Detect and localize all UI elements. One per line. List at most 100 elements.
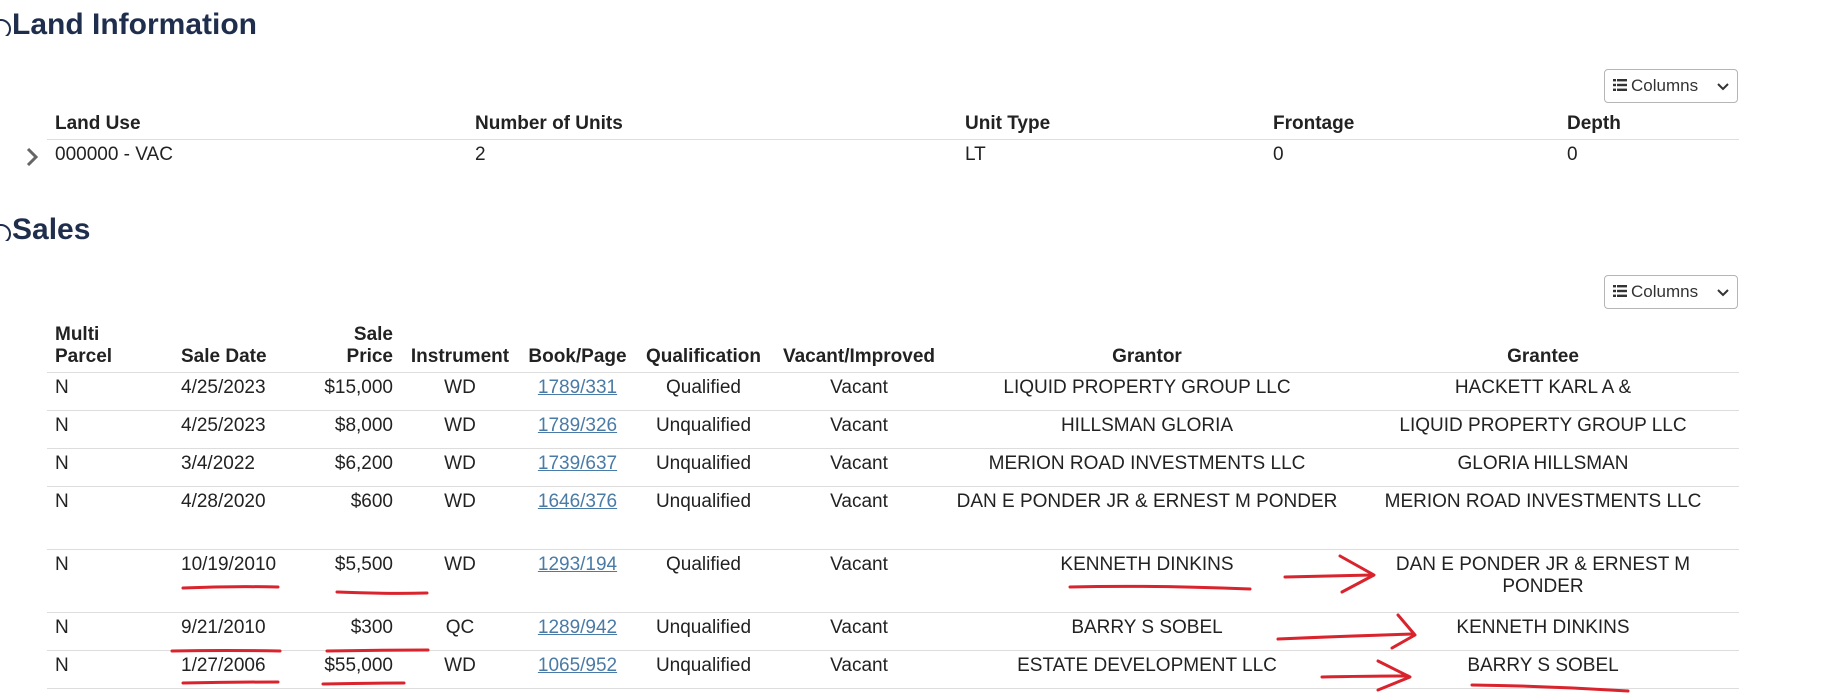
grantor-cell: HILLSMAN GLORIA xyxy=(947,409,1347,448)
col-multi-parcel[interactable]: Multi Parcel xyxy=(47,312,173,373)
multi-parcel-cell: N xyxy=(47,611,173,650)
instrument-cell: WD xyxy=(401,409,519,448)
qualification-cell: Qualified xyxy=(636,371,771,410)
qualification-cell: Qualified xyxy=(636,548,771,612)
sales-columns-button[interactable]: Columns xyxy=(1604,275,1738,309)
instrument-cell: WD xyxy=(401,485,519,549)
col-number-of-units[interactable]: Number of Units xyxy=(467,107,957,140)
col-frontage[interactable]: Frontage xyxy=(1265,107,1559,140)
land-table: Land Use Number of Units Unit Type Front… xyxy=(47,107,1739,177)
grantor-cell: LIQUID PROPERTY GROUP LLC xyxy=(947,371,1347,410)
col-grantor[interactable]: Grantor xyxy=(947,312,1347,373)
col-unit-type[interactable]: Unit Type xyxy=(957,107,1265,140)
table-row[interactable]: N 9/21/2010 $300 QC 1289/942 Unqualified… xyxy=(47,611,1739,650)
table-row[interactable]: N 4/28/2020 $600 WD 1646/376 Unqualified… xyxy=(47,485,1739,549)
col-vacant-improved[interactable]: Vacant/Improved xyxy=(771,312,947,373)
unit-type-cell: LT xyxy=(965,143,986,165)
vacant-improved-cell: Vacant xyxy=(771,409,947,448)
sale-price-cell: $300 xyxy=(293,611,401,650)
sale-price-cell: $55,000 xyxy=(293,649,401,689)
grantee-cell: HACKETT KARL A & xyxy=(1347,371,1739,410)
frontage-cell: 0 xyxy=(1273,143,1284,165)
instrument-cell: WD xyxy=(401,447,519,486)
sale-date-cell: 4/28/2020 xyxy=(173,485,293,549)
col-book-page[interactable]: Book/Page xyxy=(519,312,636,373)
table-row[interactable]: N 4/25/2023 $15,000 WD 1789/331 Qualifie… xyxy=(47,371,1739,410)
collapse-circle-icon[interactable] xyxy=(0,219,12,241)
col-qualification[interactable]: Qualification xyxy=(636,312,771,373)
col-sale-date[interactable]: Sale Date xyxy=(173,312,293,373)
book-page-cell: 1739/637 xyxy=(519,447,636,486)
multi-parcel-cell: N xyxy=(47,485,173,549)
instrument-cell: WD xyxy=(401,371,519,410)
instrument-cell: QC xyxy=(401,611,519,650)
book-page-link[interactable]: 1289/942 xyxy=(538,617,617,638)
grantor-cell: DAN E PONDER JR & ERNEST M PONDER xyxy=(947,485,1347,549)
grantee-cell: LIQUID PROPERTY GROUP LLC xyxy=(1347,409,1739,448)
col-instrument[interactable]: Instrument xyxy=(401,312,519,373)
vacant-improved-cell: Vacant xyxy=(771,447,947,486)
instrument-cell: WD xyxy=(401,548,519,612)
book-page-link[interactable]: 1789/326 xyxy=(538,415,617,436)
land-table-header: Land Use Number of Units Unit Type Front… xyxy=(47,107,1739,140)
book-page-cell: 1789/331 xyxy=(519,371,636,410)
sales-title: Sales xyxy=(12,213,91,246)
instrument-cell: WD xyxy=(401,649,519,689)
book-page-link[interactable]: 1789/331 xyxy=(538,377,617,398)
qualification-cell: Unqualified xyxy=(636,485,771,549)
multi-parcel-cell: N xyxy=(47,409,173,448)
book-page-link[interactable]: 1293/194 xyxy=(538,554,617,575)
sale-date-cell: 9/21/2010 xyxy=(173,611,293,650)
book-page-link[interactable]: 1065/952 xyxy=(538,655,617,676)
columns-label: Columns xyxy=(1631,76,1699,95)
vacant-improved-cell: Vacant xyxy=(771,371,947,410)
sale-price-cell: $6,200 xyxy=(293,447,401,486)
sale-price-cell: $600 xyxy=(293,485,401,549)
sale-date-cell: 4/25/2023 xyxy=(173,371,293,410)
table-row[interactable]: N 10/19/2010 $5,500 WD 1293/194 Qualifie… xyxy=(47,548,1739,612)
collapse-circle-icon[interactable] xyxy=(0,14,12,36)
units-cell: 2 xyxy=(475,143,486,165)
book-page-cell: 1646/376 xyxy=(519,485,636,549)
sale-price-cell: $15,000 xyxy=(293,371,401,410)
chevron-down-icon xyxy=(1717,282,1729,302)
vacant-improved-cell: Vacant xyxy=(771,485,947,549)
land-columns-button[interactable]: Columns xyxy=(1604,69,1738,103)
grantor-cell: ESTATE DEVELOPMENT LLC xyxy=(947,649,1347,689)
table-row[interactable]: N 3/4/2022 $6,200 WD 1739/637 Unqualifie… xyxy=(47,447,1739,486)
sale-date-cell: 3/4/2022 xyxy=(173,447,293,486)
grantee-cell: BARRY S SOBEL xyxy=(1347,649,1739,689)
grantee-cell: MERION ROAD INVESTMENTS LLC xyxy=(1347,485,1739,549)
col-depth[interactable]: Depth xyxy=(1559,107,1739,140)
book-page-cell: 1789/326 xyxy=(519,409,636,448)
book-page-link[interactable]: 1646/376 xyxy=(538,491,617,512)
land-information-heading[interactable]: Land Information xyxy=(0,8,257,42)
columns-label: Columns xyxy=(1631,282,1699,301)
col-sale-price[interactable]: Sale Price xyxy=(293,312,401,373)
sale-date-cell: 1/27/2006 xyxy=(173,649,293,689)
grantee-cell: KENNETH DINKINS xyxy=(1347,611,1739,650)
sale-price-cell: $8,000 xyxy=(293,409,401,448)
book-page-cell: 1065/952 xyxy=(519,649,636,689)
sale-date-cell: 10/19/2010 xyxy=(173,548,293,612)
table-row[interactable]: 000000 - VAC 2 LT 0 0 xyxy=(47,139,1739,177)
book-page-cell: 1293/194 xyxy=(519,548,636,612)
qualification-cell: Unqualified xyxy=(636,649,771,689)
col-land-use[interactable]: Land Use xyxy=(47,107,467,140)
sale-price-cell: $5,500 xyxy=(293,548,401,612)
depth-cell: 0 xyxy=(1567,143,1578,165)
table-row[interactable]: N 4/25/2023 $8,000 WD 1789/326 Unqualifi… xyxy=(47,409,1739,448)
qualification-cell: Unqualified xyxy=(636,409,771,448)
multi-parcel-cell: N xyxy=(47,548,173,612)
col-grantee[interactable]: Grantee xyxy=(1347,312,1739,373)
sales-heading[interactable]: Sales xyxy=(0,213,90,247)
sales-table-header: Multi Parcel Sale Date Sale Price Instrume… xyxy=(47,312,1739,373)
land-information-title: Land Information xyxy=(12,8,257,41)
table-row[interactable]: N 1/27/2006 $55,000 WD 1065/952 Unqualif… xyxy=(47,649,1739,689)
book-page-cell: 1289/942 xyxy=(519,611,636,650)
grantee-cell: DAN E PONDER JR & ERNEST M PONDER xyxy=(1347,548,1739,612)
book-page-link[interactable]: 1739/637 xyxy=(538,453,617,474)
vacant-improved-cell: Vacant xyxy=(771,649,947,689)
vacant-improved-cell: Vacant xyxy=(771,611,947,650)
row-expand-chevron-icon[interactable] xyxy=(26,147,39,171)
